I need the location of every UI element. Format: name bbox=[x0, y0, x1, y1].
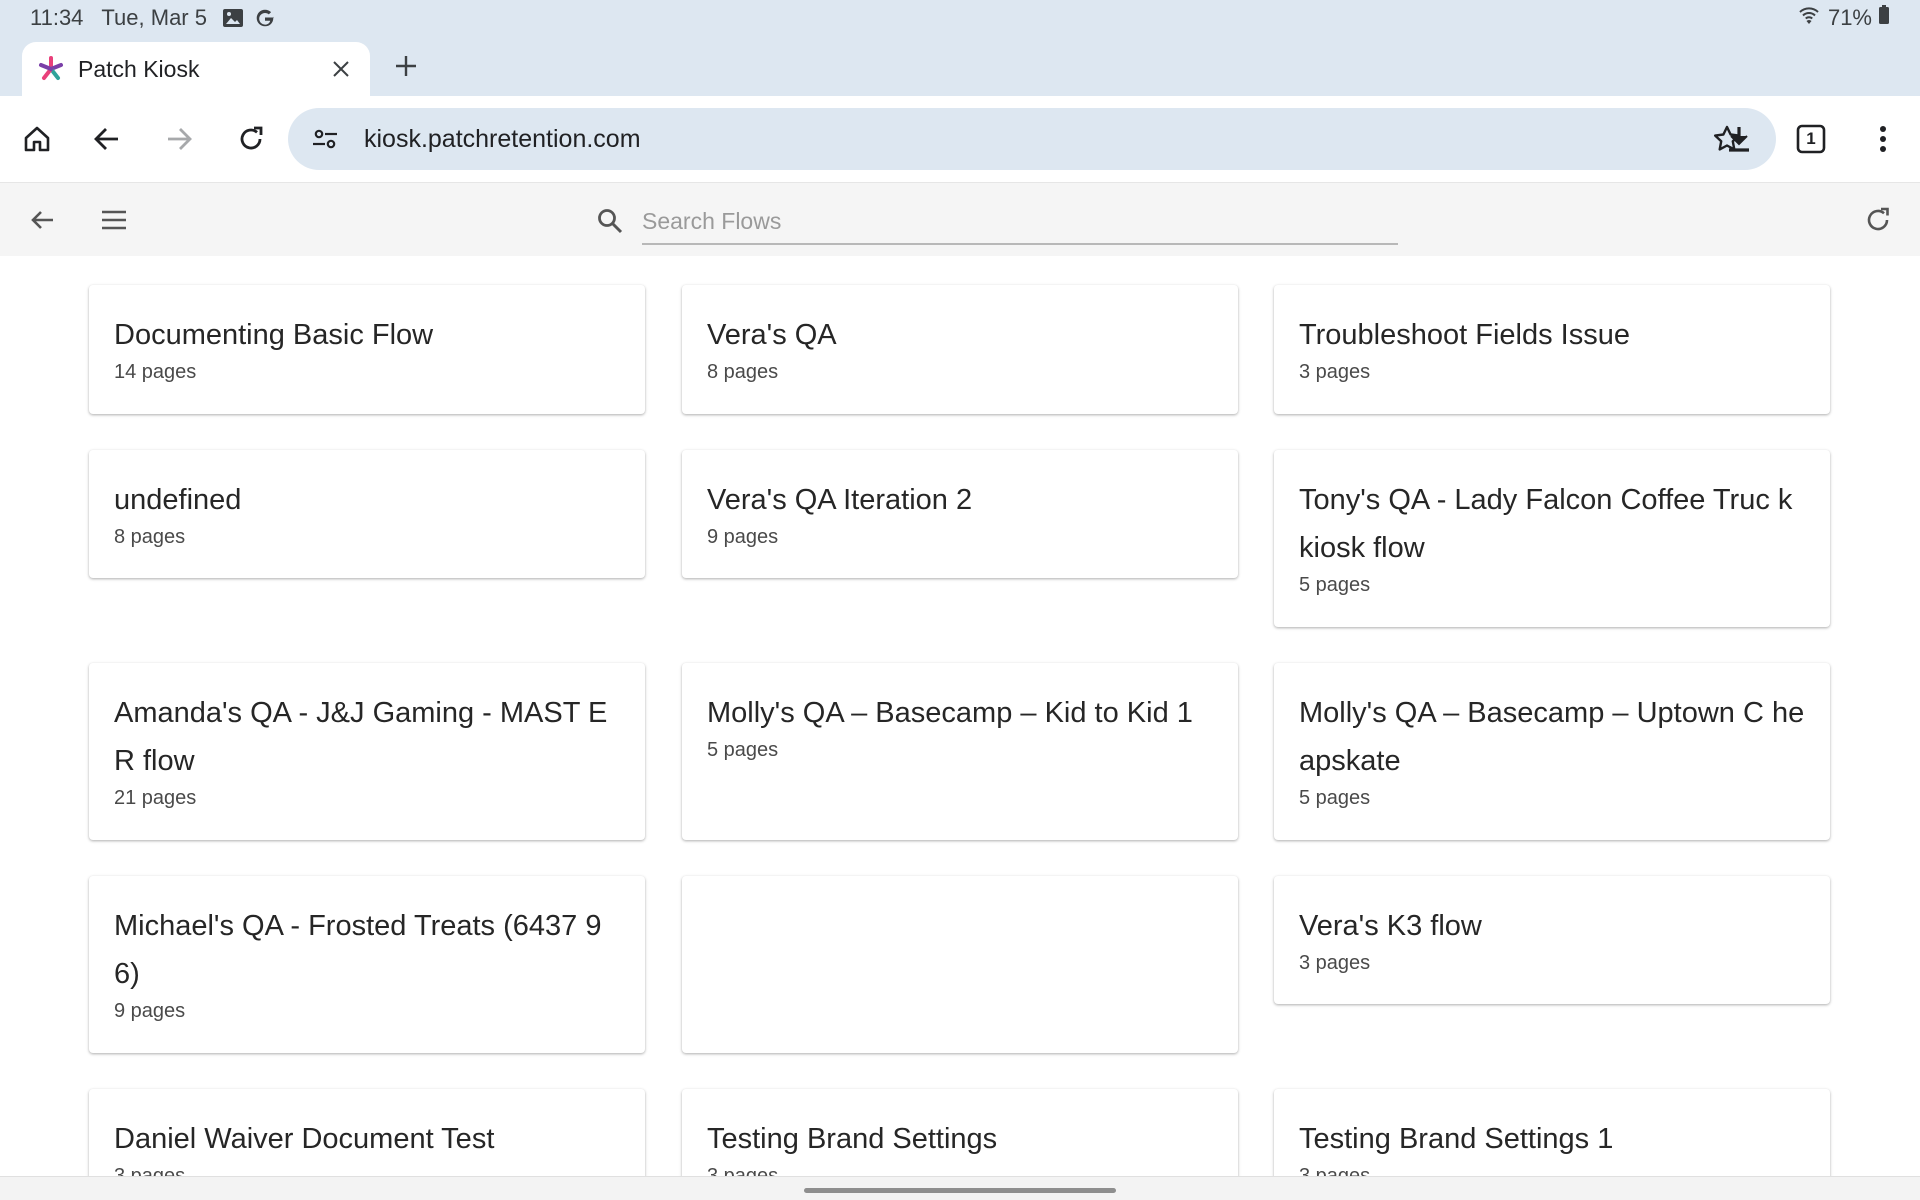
url-text[interactable]: kiosk.patchretention.com bbox=[364, 125, 1704, 154]
browser-tab[interactable]: Patch Kiosk bbox=[22, 42, 370, 96]
home-button[interactable] bbox=[14, 116, 60, 162]
arrow-left-icon bbox=[94, 128, 118, 150]
reload-button[interactable] bbox=[228, 116, 274, 162]
new-tab-button[interactable] bbox=[388, 48, 424, 84]
flow-page-count: 9 pages bbox=[114, 1000, 186, 1022]
wifi-icon bbox=[1796, 4, 1822, 32]
flow-title: Vera's QA Iteration 2 bbox=[707, 484, 973, 516]
close-tab-icon[interactable] bbox=[326, 54, 356, 84]
flow-title: Troubleshoot Fields Issue bbox=[1299, 319, 1630, 351]
plus-icon bbox=[396, 56, 416, 76]
flow-title: undefined bbox=[114, 484, 242, 516]
flow-title: Molly's QA – Basecamp – Kid to Kid 1 bbox=[707, 697, 1193, 729]
download-button[interactable] bbox=[1716, 116, 1762, 162]
site-settings-icon[interactable] bbox=[308, 122, 342, 156]
battery-level: 71% bbox=[1827, 5, 1872, 30]
arrow-left-icon bbox=[31, 211, 53, 229]
app-back-button[interactable] bbox=[19, 197, 65, 243]
tab-switcher-button[interactable]: 1 bbox=[1788, 116, 1834, 162]
flow-card[interactable]: Tony's QA - Lady Falcon Coffee Truc k ki… bbox=[1274, 450, 1830, 627]
flow-title: Daniel Waiver Document Test bbox=[114, 1123, 495, 1155]
app-menu-button[interactable] bbox=[91, 197, 137, 243]
flow-card-grid: Documenting Basic Flow 14 pages Vera's Q… bbox=[0, 256, 1920, 1176]
flow-page-count: 3 pages bbox=[1299, 952, 1371, 974]
back-button[interactable] bbox=[84, 116, 130, 162]
google-notification-icon bbox=[253, 6, 277, 30]
search-icon bbox=[598, 209, 623, 234]
search-input[interactable] bbox=[642, 195, 1398, 245]
flow-title: Tony's QA - Lady Falcon Coffee Truc k ki… bbox=[1299, 484, 1793, 564]
flow-card[interactable]: Documenting Basic Flow 14 pages bbox=[89, 285, 645, 414]
flow-page-count: 5 pages bbox=[1299, 787, 1371, 809]
flow-card[interactable]: Vera's QA 8 pages bbox=[682, 285, 1238, 414]
status-time: 11:34 bbox=[30, 5, 84, 30]
flow-page-count: 3 pages bbox=[1299, 1165, 1371, 1176]
browser-toolbar: kiosk.patchretention.com 1 bbox=[0, 96, 1920, 182]
flow-page-count: 8 pages bbox=[707, 361, 779, 383]
flow-title: Amanda's QA - J&J Gaming - MAST ER flow bbox=[114, 697, 608, 777]
gallery-notification-icon bbox=[221, 6, 245, 30]
status-bar: 11:34 Tue, Mar 5 71% bbox=[0, 0, 1920, 36]
flow-title: Testing Brand Settings bbox=[707, 1123, 998, 1155]
flow-page-count: 5 pages bbox=[707, 739, 779, 761]
flow-title: Vera's QA bbox=[707, 319, 837, 351]
flow-title: Testing Brand Settings 1 bbox=[1299, 1123, 1614, 1155]
flow-card[interactable]: Michael's QA - Frosted Treats (6437 96) … bbox=[89, 876, 645, 1053]
flow-page-count: 8 pages bbox=[114, 526, 186, 548]
address-bar[interactable]: kiosk.patchretention.com bbox=[288, 108, 1776, 170]
app-bar bbox=[0, 182, 1920, 256]
flow-card[interactable]: Testing Brand Settings 1 3 pages bbox=[1274, 1089, 1830, 1176]
flow-page-count: 21 pages bbox=[114, 787, 197, 809]
tab-strip: Patch Kiosk bbox=[0, 36, 1920, 96]
flow-page-count: 9 pages bbox=[707, 526, 779, 548]
flow-card[interactable]: Molly's QA – Basecamp – Uptown C heapska… bbox=[1274, 663, 1830, 840]
search-flows bbox=[592, 195, 1400, 247]
flow-card[interactable]: Molly's QA – Basecamp – Kid to Kid 1 5 p… bbox=[682, 663, 1238, 840]
flow-page-count: 3 pages bbox=[1299, 361, 1371, 383]
flow-card[interactable]: Troubleshoot Fields Issue 3 pages bbox=[1274, 285, 1830, 414]
flow-card[interactable]: Daniel Waiver Document Test 3 pages bbox=[89, 1089, 645, 1176]
forward-button[interactable] bbox=[156, 116, 202, 162]
flow-title: Michael's QA - Frosted Treats (6437 96) bbox=[114, 910, 602, 990]
flow-page-count: 3 pages bbox=[707, 1165, 779, 1176]
gesture-handle[interactable] bbox=[804, 1188, 1116, 1193]
flow-title: Documenting Basic Flow bbox=[114, 319, 434, 351]
flow-title: Molly's QA – Basecamp – Uptown C heapska… bbox=[1299, 697, 1805, 777]
flow-card[interactable]: undefined 8 pages bbox=[89, 450, 645, 578]
status-date: Tue, Mar 5 bbox=[101, 5, 207, 30]
flow-title: Vera's K3 flow bbox=[1299, 910, 1482, 942]
flow-card[interactable]: Amanda's QA - J&J Gaming - MAST ER flow … bbox=[89, 663, 645, 840]
tab-title: Patch Kiosk bbox=[78, 55, 200, 82]
flow-page-count: 3 pages bbox=[114, 1165, 186, 1176]
flow-card[interactable]: Vera's K3 flow 3 pages bbox=[1274, 876, 1830, 1004]
browser-menu-button[interactable] bbox=[1860, 116, 1906, 162]
home-icon bbox=[24, 126, 50, 152]
arrow-right-icon bbox=[168, 128, 192, 150]
gesture-bar bbox=[0, 1176, 1920, 1200]
reload-icon bbox=[240, 126, 263, 150]
tab-count: 1 bbox=[1806, 129, 1816, 148]
battery-icon bbox=[1878, 5, 1890, 31]
flow-card[interactable]: Testing Brand Settings 3 pages bbox=[682, 1089, 1238, 1176]
more-vertical-icon bbox=[1880, 126, 1886, 152]
flow-page-count: 5 pages bbox=[1299, 574, 1371, 596]
flow-card[interactable]: Vera's QA Iteration 2 9 pages bbox=[682, 450, 1238, 578]
refresh-flows-button[interactable] bbox=[1855, 197, 1901, 243]
patch-logo-icon bbox=[38, 56, 64, 82]
refresh-icon bbox=[1867, 207, 1889, 231]
flow-page-count: 14 pages bbox=[114, 361, 197, 383]
hamburger-menu-icon bbox=[102, 210, 126, 230]
flow-card-empty[interactable] bbox=[682, 876, 1238, 1053]
download-icon bbox=[1729, 127, 1749, 152]
